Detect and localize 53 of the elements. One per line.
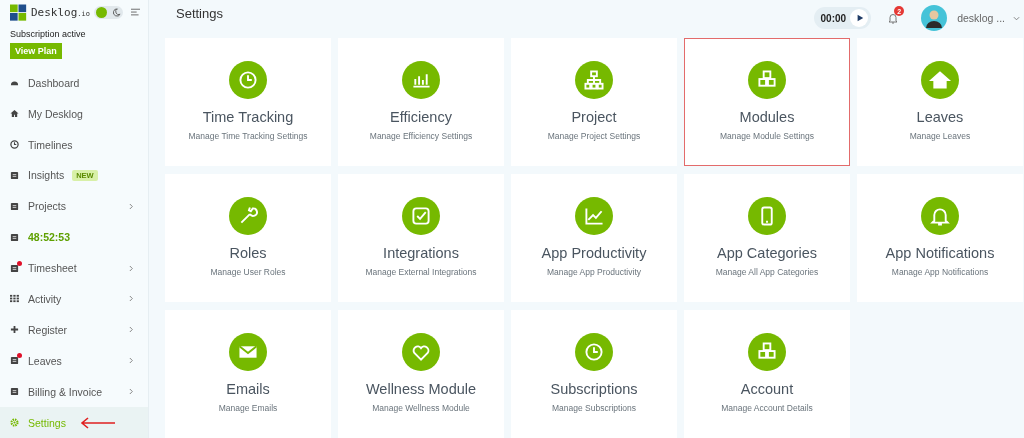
hierarchy-icon bbox=[575, 61, 613, 99]
subscription-status: Subscription active bbox=[9, 28, 87, 40]
annotation-arrow bbox=[80, 417, 116, 430]
menu-icon[interactable] bbox=[130, 7, 140, 18]
wrench-icon bbox=[229, 197, 267, 235]
home-icon bbox=[921, 61, 959, 99]
settings-card[interactable]: Efficiency Manage Efficiency Settings bbox=[338, 38, 504, 166]
settings-card[interactable]: App Productivity Manage App Productivity bbox=[511, 174, 677, 302]
line-chart-icon bbox=[575, 197, 613, 235]
settings-card[interactable]: Emails Manage Emails bbox=[165, 310, 331, 438]
settings-card[interactable]: Time Tracking Manage Time Tracking Settings bbox=[165, 38, 331, 166]
bell-icon[interactable] bbox=[887, 12, 900, 24]
moon-icon bbox=[111, 8, 121, 18]
nav-item[interactable]: Leaves bbox=[0, 345, 148, 377]
theme-toggle[interactable] bbox=[94, 6, 123, 20]
play-icon bbox=[856, 14, 865, 22]
nav-item[interactable]: Timelines bbox=[0, 129, 148, 160]
nav-item[interactable]: Projects bbox=[0, 190, 148, 222]
cubes-icon bbox=[748, 61, 786, 99]
play-button[interactable] bbox=[850, 9, 869, 27]
gear-icon bbox=[10, 418, 19, 428]
bar-chart-icon bbox=[402, 61, 440, 99]
settings-card[interactable]: Wellness Module Manage Wellness Module bbox=[338, 310, 504, 438]
plus-icon bbox=[10, 325, 19, 335]
nav-item[interactable]: Billing & Invoice bbox=[0, 376, 148, 408]
timer-display: 00:00 bbox=[820, 12, 847, 24]
caret-icon[interactable] bbox=[1013, 15, 1020, 21]
clock-icon bbox=[229, 61, 267, 99]
avatar[interactable] bbox=[921, 5, 948, 31]
settings-card[interactable]: Subscriptions Manage Subscriptions bbox=[511, 310, 677, 438]
nav-item[interactable]: Activity bbox=[0, 283, 148, 315]
home-icon bbox=[10, 109, 19, 119]
user-name[interactable]: desklog ... bbox=[957, 12, 1005, 24]
settings-card[interactable]: Account Manage Account Details bbox=[684, 310, 850, 438]
settings-card[interactable]: Integrations Manage External Integrations bbox=[338, 174, 504, 302]
settings-card[interactable]: Project Manage Project Settings bbox=[511, 38, 677, 166]
settings-card[interactable]: App Notifications Manage App Notifications bbox=[857, 174, 1023, 302]
logo-icon bbox=[10, 3, 27, 22]
settings-card[interactable]: Roles Manage User Roles bbox=[165, 174, 331, 302]
check-icon bbox=[402, 197, 440, 235]
bell-icon bbox=[921, 197, 959, 235]
settings-card[interactable]: App Categories Manage All App Categories bbox=[684, 174, 850, 302]
clock-icon bbox=[10, 140, 19, 150]
envelope-icon bbox=[229, 333, 267, 371]
nav-item[interactable]: Dashboard bbox=[0, 67, 148, 99]
page-title: Settings bbox=[176, 5, 223, 21]
nav-item[interactable]: Register bbox=[0, 314, 148, 346]
nav-item[interactable]: My Desklog bbox=[0, 98, 148, 130]
grid-icon bbox=[10, 294, 19, 304]
nav-item[interactable]: Timesheet bbox=[0, 252, 148, 284]
settings-card[interactable]: Modules Manage Module Settings bbox=[684, 38, 850, 166]
settings-card[interactable]: Leaves Manage Leaves bbox=[857, 38, 1023, 166]
phone-icon bbox=[748, 197, 786, 235]
